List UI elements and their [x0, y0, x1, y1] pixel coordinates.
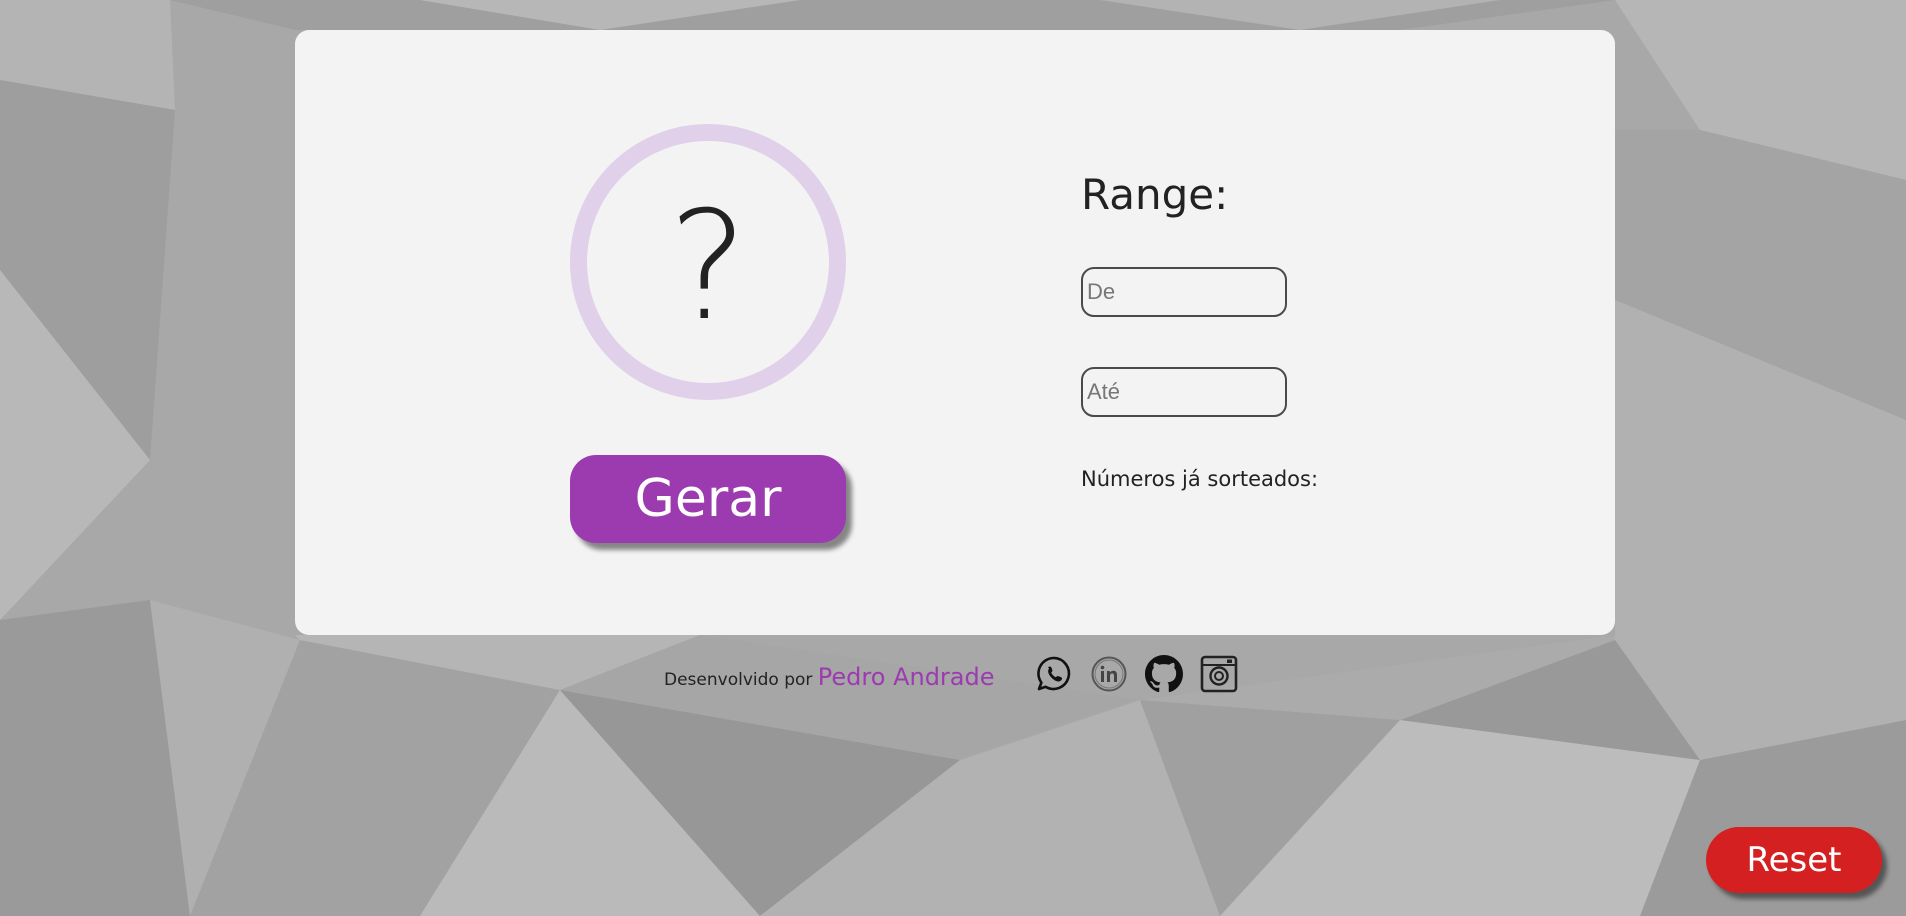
github-icon[interactable] [1145, 655, 1183, 693]
footer-credit: Desenvolvido por Pedro Andrade [664, 663, 995, 691]
footer-prefix: Desenvolvido por [664, 670, 813, 690]
range-from-input[interactable] [1081, 267, 1287, 317]
linkedin-icon[interactable] [1090, 655, 1128, 693]
whatsapp-icon[interactable] [1035, 655, 1073, 693]
generate-button[interactable]: Gerar [570, 455, 846, 543]
range-label: Range: [1081, 170, 1229, 219]
reset-button[interactable]: Reset [1706, 827, 1882, 893]
main-card: ? Gerar Range: Números já sorteados: [295, 30, 1615, 635]
result-display: ? [668, 180, 748, 354]
range-to-input[interactable] [1081, 367, 1287, 417]
drawn-numbers-label: Números já sorteados: [1081, 467, 1319, 491]
result-circle: ? [570, 124, 846, 400]
instagram-icon[interactable] [1200, 655, 1238, 693]
author-link[interactable]: Pedro Andrade [818, 663, 995, 691]
